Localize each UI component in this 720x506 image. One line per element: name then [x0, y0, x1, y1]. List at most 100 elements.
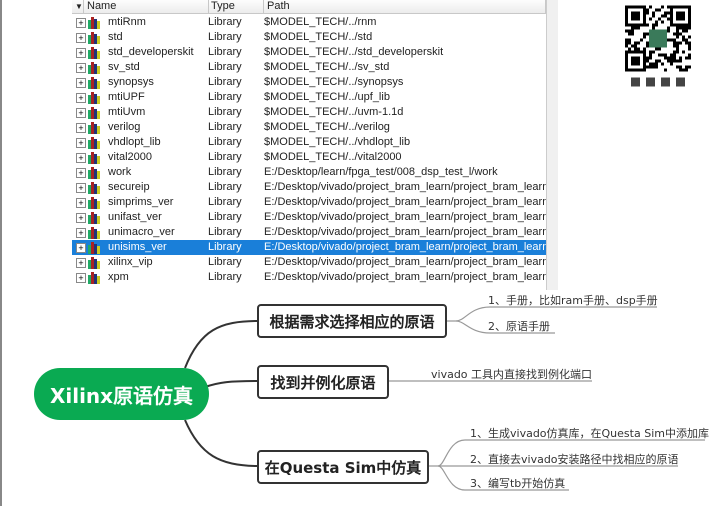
library-row[interactable]: + mtiUvm Library $MODEL_TECH/../uvm-1.1d: [72, 105, 546, 120]
expand-icon[interactable]: +: [76, 93, 86, 103]
library-path: $MODEL_TECH/../std_developerskit: [264, 46, 444, 58]
expand-icon[interactable]: +: [76, 258, 86, 268]
library-type: Library: [208, 136, 242, 148]
library-icon: [88, 136, 102, 149]
library-name: synopsys: [108, 76, 154, 88]
library-type: Library: [208, 61, 242, 73]
expand-icon[interactable]: +: [76, 63, 86, 73]
library-icon: [88, 121, 102, 134]
library-row[interactable]: + std_developerskit Library $MODEL_TECH/…: [72, 45, 546, 60]
library-row[interactable]: + std Library $MODEL_TECH/../std: [72, 30, 546, 45]
library-row[interactable]: + work Library E:/Desktop/learn/fpga_tes…: [72, 165, 546, 180]
library-row[interactable]: + vhdlopt_lib Library $MODEL_TECH/../vhd…: [72, 135, 546, 150]
expand-icon[interactable]: +: [76, 153, 86, 163]
library-row[interactable]: + unisims_ver Library E:/Desktop/vivado/…: [72, 240, 558, 255]
library-type: Library: [208, 76, 242, 88]
library-path: $MODEL_TECH/../uvm-1.1d: [264, 106, 404, 118]
column-path[interactable]: Path: [264, 0, 546, 13]
library-path: E:/Desktop/vivado/project_bram_learn/pro…: [264, 211, 558, 223]
column-type[interactable]: Type: [208, 0, 264, 13]
branch-select-primitive[interactable]: 根据需求选择相应的原语: [257, 304, 447, 338]
library-type: Library: [208, 271, 242, 283]
library-row[interactable]: + synopsys Library $MODEL_TECH/../synops…: [72, 75, 546, 90]
library-path: E:/Desktop/vivado/project_bram_learn/pro…: [264, 256, 558, 268]
expand-icon[interactable]: +: [76, 213, 86, 223]
library-path: $MODEL_TECH/../rnm: [264, 16, 377, 28]
expand-icon[interactable]: +: [76, 138, 86, 148]
expand-icon[interactable]: +: [76, 273, 86, 283]
library-row[interactable]: + simprims_ver Library E:/Desktop/vivado…: [72, 195, 558, 210]
expand-icon[interactable]: +: [76, 33, 86, 43]
library-path: E:/Desktop/vivado/project_bram_learn/pro…: [264, 196, 558, 208]
library-type: Library: [208, 226, 242, 238]
branch-questa-sim[interactable]: 在Questa Sim中仿真: [257, 450, 429, 484]
vertical-scrollbar[interactable]: [546, 0, 558, 290]
library-path: $MODEL_TECH/../vhdlopt_lib: [264, 136, 411, 148]
expand-icon[interactable]: +: [76, 48, 86, 58]
library-type: Library: [208, 196, 242, 208]
library-type: Library: [208, 31, 242, 43]
expand-icon[interactable]: +: [76, 228, 86, 238]
library-name: std: [108, 31, 123, 43]
library-path: E:/Desktop/vivado/project_bram_learn/pro…: [264, 226, 558, 238]
column-name[interactable]: Name: [84, 0, 209, 13]
library-icon: [88, 166, 102, 179]
library-name: mtiUvm: [108, 106, 146, 118]
leaf-vivado-port[interactable]: vivado 工具内直接找到例化端口: [431, 366, 592, 382]
library-type: Library: [208, 151, 242, 163]
library-icon: [88, 31, 102, 44]
expand-icon[interactable]: +: [76, 168, 86, 178]
branch-instantiate-primitive[interactable]: 找到并例化原语: [257, 365, 389, 399]
library-type: Library: [208, 106, 242, 118]
library-type: Library: [208, 46, 242, 58]
library-type: Library: [208, 91, 242, 103]
leaf-manual[interactable]: 1、手册，比如ram手册、dsp手册: [488, 292, 658, 308]
library-icon: [88, 106, 102, 119]
library-icon: [88, 181, 102, 194]
library-path: $MODEL_TECH/../verilog: [264, 121, 390, 133]
leaf-find-path[interactable]: 2、直接去vivado安装路径中找相应的原语: [470, 451, 679, 467]
library-path: $MODEL_TECH/../upf_lib: [264, 91, 390, 103]
expand-icon[interactable]: +: [76, 183, 86, 193]
library-icon: [88, 61, 102, 74]
library-path: $MODEL_TECH/../synopsys: [264, 76, 404, 88]
library-name: unifast_ver: [108, 211, 162, 223]
expand-icon[interactable]: +: [76, 243, 86, 253]
library-name: simprims_ver: [108, 196, 174, 208]
leaf-gen-lib[interactable]: 1、生成vivado仿真库，在Questa Sim中添加库: [470, 425, 709, 441]
leaf-write-tb[interactable]: 3、编写tb开始仿真: [470, 475, 565, 491]
library-row[interactable]: + xpm Library E:/Desktop/vivado/project_…: [72, 270, 558, 285]
leaf-primitive-manual[interactable]: 2、原语手册: [488, 318, 550, 334]
library-type: Library: [208, 121, 242, 133]
library-icon: [88, 256, 102, 269]
library-path: E:/Desktop/vivado/project_bram_learn/pro…: [264, 181, 558, 193]
library-row[interactable]: + secureip Library E:/Desktop/vivado/pro…: [72, 180, 558, 195]
expand-icon[interactable]: +: [76, 78, 86, 88]
expand-icon[interactable]: +: [76, 123, 86, 133]
library-type: Library: [208, 241, 242, 253]
library-name: secureip: [108, 181, 150, 193]
library-row[interactable]: + xilinx_vip Library E:/Desktop/vivado/p…: [72, 255, 558, 270]
expand-icon[interactable]: +: [76, 108, 86, 118]
expand-icon[interactable]: +: [76, 18, 86, 28]
library-icon: [88, 91, 102, 104]
library-icon: [88, 211, 102, 224]
sort-arrow-icon[interactable]: ▼: [72, 0, 84, 13]
library-path: E:/Desktop/vivado/project_bram_learn/pro…: [264, 241, 558, 253]
library-name: std_developerskit: [108, 46, 194, 58]
library-row[interactable]: + vital2000 Library $MODEL_TECH/../vital…: [72, 150, 546, 165]
library-row[interactable]: + mtiUPF Library $MODEL_TECH/../upf_lib: [72, 90, 546, 105]
library-row[interactable]: + sv_std Library $MODEL_TECH/../sv_std: [72, 60, 546, 75]
library-icon: [88, 271, 102, 284]
library-row[interactable]: + verilog Library $MODEL_TECH/../verilog: [72, 120, 546, 135]
library-row[interactable]: + mtiRnm Library $MODEL_TECH/../rnm: [72, 15, 546, 30]
library-type: Library: [208, 166, 242, 178]
library-path: $MODEL_TECH/../vital2000: [264, 151, 402, 163]
library-path: $MODEL_TECH/../sv_std: [264, 61, 390, 73]
library-row[interactable]: + unimacro_ver Library E:/Desktop/vivado…: [72, 225, 558, 240]
expand-icon[interactable]: +: [76, 198, 86, 208]
library-icon: [88, 196, 102, 209]
mindmap-root[interactable]: Xilinx原语仿真: [34, 368, 209, 420]
library-row[interactable]: + unifast_ver Library E:/Desktop/vivado/…: [72, 210, 558, 225]
library-icon: [88, 151, 102, 164]
